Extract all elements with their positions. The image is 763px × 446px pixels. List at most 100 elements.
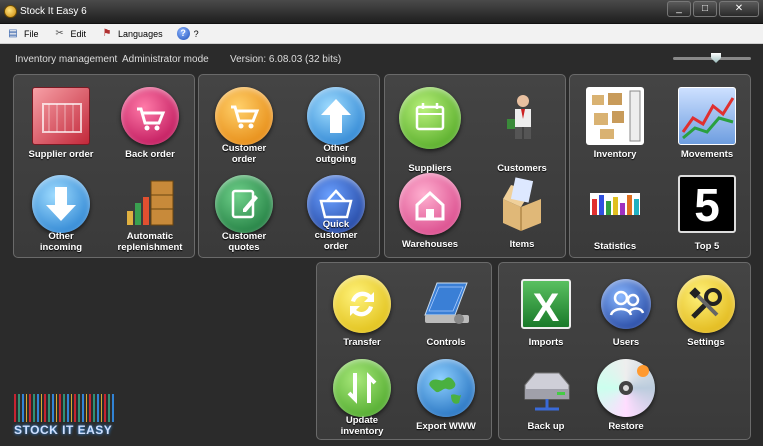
info-bar: Inventory management Administrator mode … [0, 45, 763, 73]
controls-panel-icon [417, 275, 475, 333]
cd-icon [597, 359, 655, 417]
barcode-logo-icon [14, 394, 114, 422]
customer-order-cart-icon [215, 87, 273, 145]
zoom-slider[interactable] [673, 53, 751, 63]
slider-thumb[interactable] [711, 53, 721, 63]
supplier-order-label: Supplier order [28, 149, 94, 160]
back-order-tile[interactable]: Back order [105, 87, 195, 171]
transfer-arrows-icon [333, 275, 391, 333]
back-order-cart-icon [121, 87, 179, 145]
top5-icon: 5 [678, 175, 736, 233]
customer-order-label: Customer order [221, 143, 267, 165]
line-chart-icon [678, 87, 736, 145]
down-arrow-icon [32, 175, 90, 233]
settings-tile[interactable]: Settings [661, 275, 751, 359]
menu-file[interactable]: ▤ File [6, 27, 39, 40]
person-icon [493, 87, 551, 145]
minimize-button[interactable]: _ [667, 1, 691, 17]
bar-chart-icon [586, 175, 644, 233]
quote-note-icon [215, 175, 273, 233]
restore-tile[interactable]: Restore [581, 359, 671, 443]
users-tile[interactable]: Users [581, 275, 671, 359]
customer-panel: Customer order Other outgoing Customer q… [198, 74, 380, 258]
quick-customer-order-label: Quick customer order [314, 219, 358, 252]
menu-edit-label: Edit [70, 28, 87, 39]
supplier-order-tile[interactable]: Supplier order [16, 87, 106, 171]
update-inventory-label: Update inventory [340, 415, 384, 437]
globe-icon [417, 359, 475, 417]
other-outgoing-label: Other outgoing [315, 143, 357, 165]
warehouses-tile[interactable]: Warehouses [385, 173, 475, 257]
role-label: Administrator mode [122, 54, 209, 65]
settings-tools-icon [677, 275, 735, 333]
restore-label: Restore [608, 421, 644, 432]
menu-help[interactable]: ? ? [176, 27, 199, 40]
items-tile[interactable]: Items [477, 173, 567, 257]
customer-quotes-tile[interactable]: Customer quotes [199, 175, 289, 259]
menu-edit[interactable]: ✂ Edit [53, 28, 87, 40]
open-box-icon [493, 173, 551, 231]
back-up-tile[interactable]: Back up [501, 359, 591, 443]
version-label: Version: 6.08.03 (32 bits) [230, 54, 342, 65]
hard-drive-icon [517, 359, 575, 417]
excel-icon: X [521, 279, 571, 330]
transfers-panel: Transfer Controls Update inventory Expor… [316, 262, 492, 440]
inventory-label: Inventory [593, 149, 637, 160]
top5-label: Top 5 [694, 241, 720, 252]
inventory-boxes-icon [586, 87, 644, 145]
close-button[interactable]: ✕ [719, 1, 759, 17]
movements-label: Movements [680, 149, 734, 160]
title-bar: Stock It Easy 6 _ □ ✕ [0, 0, 763, 24]
menu-bar: ▤ File ✂ Edit ⚑ Languages ? ? [0, 24, 763, 44]
top5-badge: 5 [694, 179, 720, 231]
menu-help-label: ? [193, 28, 199, 39]
maximize-button[interactable]: □ [693, 1, 717, 17]
analysis-panel: Inventory Movements Statistics 5 Top 5 [569, 74, 751, 258]
replenishment-boxes-icon [121, 175, 179, 233]
quick-customer-order-tile[interactable]: Quick customer order [291, 175, 381, 259]
logo-text: STOCK IT EASY [14, 423, 113, 437]
inventory-tile[interactable]: Inventory [570, 87, 660, 171]
orders-panel: Supplier order Back order Other incoming… [13, 74, 195, 258]
languages-icon: ⚑ [102, 27, 112, 39]
transfer-tile[interactable]: Transfer [317, 275, 407, 359]
mode-label: Inventory management [15, 54, 118, 65]
statistics-tile[interactable]: Statistics [570, 175, 660, 259]
controls-label: Controls [426, 337, 466, 348]
warehouses-label: Warehouses [401, 239, 459, 250]
menu-file-label: File [24, 28, 39, 39]
customer-quotes-label: Customer quotes [221, 231, 267, 253]
export-www-label: Export WWW [416, 421, 476, 432]
automatic-replenishment-label: Automatic replenishment [117, 231, 183, 253]
movements-tile[interactable]: Movements [662, 87, 752, 171]
file-icon: ▤ [8, 27, 18, 39]
other-incoming-label: Other incoming [39, 231, 83, 253]
window-title: Stock It Easy 6 [20, 6, 87, 17]
top5-tile[interactable]: 5 Top 5 [662, 175, 752, 259]
suppliers-tile[interactable]: Suppliers [385, 87, 475, 174]
other-incoming-tile[interactable]: Other incoming [16, 175, 106, 259]
settings-label: Settings [687, 337, 725, 348]
imports-tile[interactable]: X Imports [501, 275, 591, 359]
imports-label: Imports [528, 337, 564, 348]
supplier-order-icon [32, 87, 90, 145]
customers-tile[interactable]: Customers [477, 87, 567, 174]
update-arrows-icon [333, 359, 391, 417]
admin-panel: X Imports Users Settings Back up Restore [498, 262, 751, 440]
other-outgoing-tile[interactable]: Other outgoing [291, 87, 381, 171]
window-controls: _ □ ✕ [667, 1, 759, 17]
contacts-panel: Suppliers Customers Warehouses Items [384, 74, 566, 258]
brand-logo: STOCK IT EASY [14, 394, 122, 437]
house-icon [399, 173, 461, 235]
controls-tile[interactable]: Controls [401, 275, 491, 359]
update-inventory-tile[interactable]: Update inventory [317, 359, 407, 443]
menu-languages[interactable]: ⚑ Languages [100, 28, 163, 40]
customer-order-tile[interactable]: Customer order [199, 87, 289, 171]
automatic-replenishment-tile[interactable]: Automatic replenishment [105, 175, 195, 259]
back-up-label: Back up [527, 421, 565, 432]
statistics-label: Statistics [593, 241, 637, 252]
transfer-label: Transfer [343, 337, 381, 348]
export-www-tile[interactable]: Export WWW [401, 359, 491, 443]
menu-languages-label: Languages [118, 28, 163, 39]
back-order-label: Back order [125, 149, 175, 160]
